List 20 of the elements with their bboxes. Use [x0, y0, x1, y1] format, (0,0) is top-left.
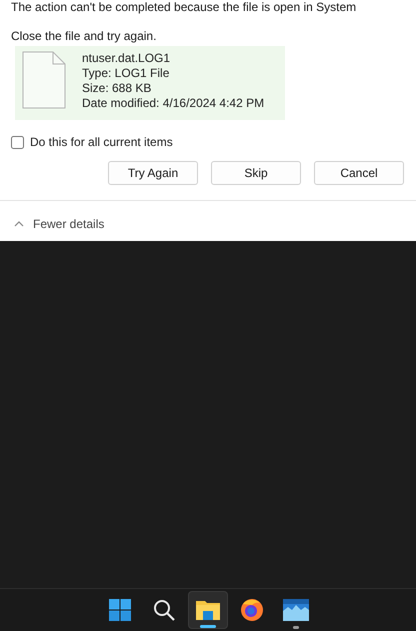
dialog-button[interactable]: Cancel	[314, 161, 404, 185]
folder-icon	[195, 598, 221, 622]
file-type: Type: LOG1 File	[82, 66, 170, 81]
instruction-text: Close the file and try again.	[11, 29, 158, 43]
dialog-button[interactable]: Try Again	[108, 161, 198, 185]
dialog-button[interactable]: Skip	[211, 161, 301, 185]
file-date-modified: Date modified: 4/16/2024 4:42 PM	[82, 96, 264, 111]
photos-icon	[283, 599, 309, 621]
file-name: ntuser.dat.LOG1	[82, 51, 172, 66]
fox-globe-icon	[240, 598, 264, 622]
apply-all-checkbox[interactable]	[11, 136, 24, 148]
details-toggle[interactable]: Fewer details	[0, 215, 118, 233]
search-icon	[153, 599, 175, 621]
chevron-icon	[14, 221, 24, 227]
taskbar-app-button[interactable]	[188, 591, 228, 629]
file-size: Size: 688 KB	[82, 81, 152, 96]
file-icon	[22, 51, 66, 109]
error-message: The action can't be completed because the file is open in System	[11, 0, 358, 14]
apply-all-label: Do this for all current items	[30, 134, 173, 151]
windows-icon	[109, 599, 131, 621]
